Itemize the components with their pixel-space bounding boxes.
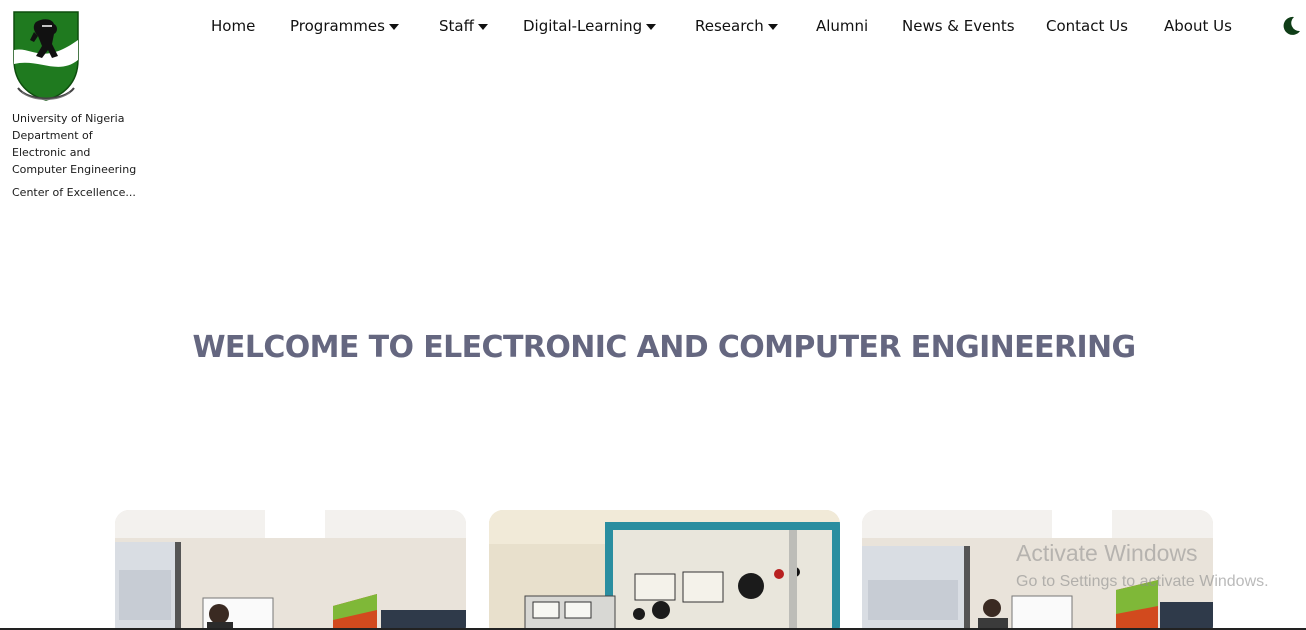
gallery-card-3[interactable]	[862, 510, 1213, 630]
nav-item-label: Alumni	[816, 17, 869, 35]
classroom-presentation-photo	[862, 510, 1213, 630]
nav-item-alumni[interactable]: Alumni	[816, 17, 902, 35]
brand-name: University of Nigeria Department of Elec…	[12, 110, 152, 178]
nav-item-label: Research	[695, 17, 764, 35]
nav-item-home[interactable]: Home	[211, 17, 290, 35]
nav-item-label: Programmes	[290, 17, 385, 35]
classroom-presentation-photo	[115, 510, 466, 630]
nav-item-label: Contact Us	[1046, 17, 1128, 35]
brand-line: Computer Engineering	[12, 163, 137, 176]
nav-item-about-us[interactable]: About Us	[1164, 17, 1234, 35]
nav-item-label: Digital-Learning	[523, 17, 643, 35]
gallery-card-1[interactable]	[115, 510, 466, 630]
caret-down-icon	[388, 23, 399, 30]
nav-item-label: Staff	[439, 17, 474, 35]
brand-line: Department of	[12, 129, 93, 142]
nav-item-label: About Us	[1164, 17, 1232, 35]
brand-line: University of Nigeria	[12, 112, 125, 125]
nav-item-label: Home	[211, 17, 256, 35]
nav-item-contact-us[interactable]: Contact Us	[1046, 17, 1164, 35]
moon-icon[interactable]	[1280, 15, 1302, 37]
caret-down-icon	[477, 23, 488, 30]
caret-down-icon	[646, 23, 657, 30]
brand-line: Electronic and	[12, 146, 91, 159]
nav-item-staff[interactable]: Staff	[439, 17, 523, 35]
caret-down-icon	[767, 23, 778, 30]
nav-item-programmes[interactable]: Programmes	[290, 17, 439, 35]
university-crest-logo	[13, 11, 79, 101]
nav-item-digital-learning[interactable]: Digital-Learning	[523, 17, 695, 35]
lab-equipment-photo	[489, 510, 840, 630]
gallery-card-2[interactable]	[489, 510, 840, 630]
nav-item-research[interactable]: Research	[695, 17, 816, 35]
nav-item-label: News & Events	[902, 17, 1015, 35]
brand-block[interactable]: University of Nigeria Department of Elec…	[12, 10, 152, 199]
main-nav: Home Programmes Staff Digital-Learning R…	[211, 14, 1234, 38]
brand-tagline: Center of Excellence...	[12, 186, 136, 199]
hero-title: WELCOME TO ELECTRONIC AND COMPUTER ENGIN…	[192, 330, 1136, 365]
nav-item-news-events[interactable]: News & Events	[902, 17, 1046, 35]
